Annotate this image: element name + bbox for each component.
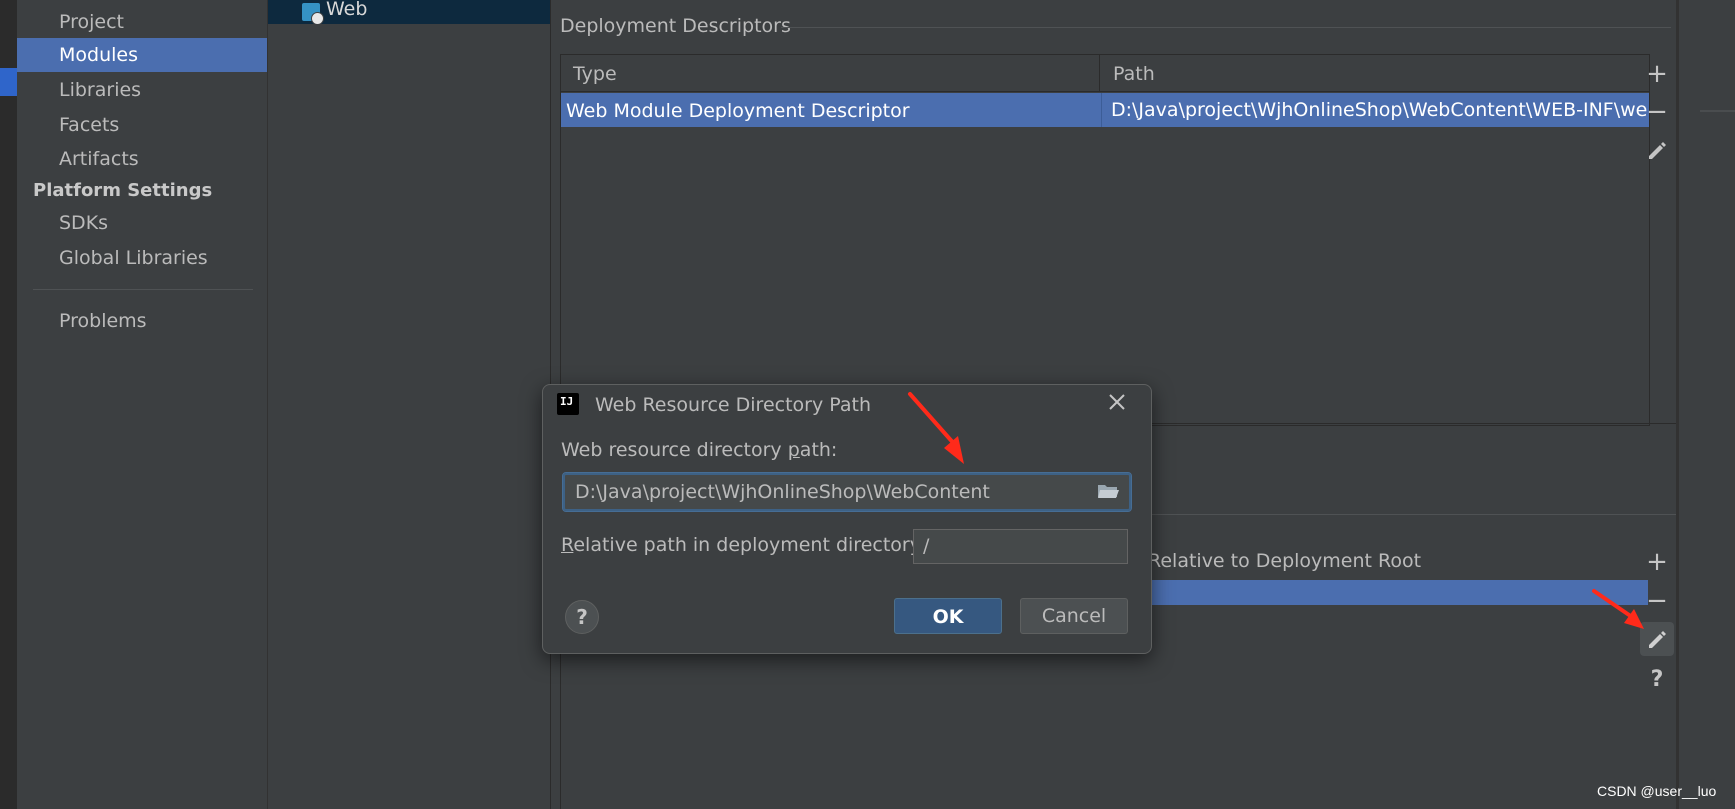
minus-icon: − [1646, 97, 1668, 127]
sidebar-item-modules[interactable]: Modules [17, 38, 267, 72]
column-header-path[interactable]: Path [1101, 55, 1649, 91]
path-field-label: Web resource directory path: [561, 439, 838, 461]
sidebar-item-label: Artifacts [59, 148, 139, 170]
dialog-title: Web Resource Directory Path [595, 394, 871, 416]
annotation-arrow-icon [908, 392, 964, 464]
platform-settings-heading: Platform Settings [33, 180, 213, 201]
add-descriptor-button[interactable]: + [1640, 57, 1674, 91]
sidebar-item-label: Libraries [59, 79, 142, 101]
globe-icon [311, 12, 324, 25]
sidebar-item-problems[interactable]: Problems [17, 304, 267, 338]
edit-descriptor-button[interactable] [1640, 133, 1674, 167]
annotation-arrow-icon [1592, 589, 1644, 629]
sidebar-item-project[interactable]: Project [17, 5, 267, 39]
intellij-logo-icon: IJ [555, 391, 581, 417]
section-divider [781, 27, 1671, 28]
cell-path: D:\Java\project\WjhOnlineShop\WebContent… [1101, 93, 1649, 127]
right-gutter [1679, 0, 1735, 809]
plus-icon: + [1646, 547, 1668, 577]
relative-path-field[interactable] [913, 529, 1128, 564]
sidebar-item-label: Modules [59, 44, 138, 66]
relative-path-label: Relative path in deployment directory: [561, 534, 926, 556]
column-header-type[interactable]: Type [561, 55, 1100, 91]
folder-open-icon[interactable] [1097, 483, 1119, 499]
settings-sidebar: Project Modules Libraries Facets Artifac… [17, 0, 268, 809]
add-resource-button[interactable]: + [1640, 545, 1674, 579]
left-edge-accent [0, 68, 17, 96]
help-button[interactable]: ? [565, 600, 599, 634]
sidebar-item-sdks[interactable]: SDKs [17, 206, 267, 240]
cancel-button[interactable]: Cancel [1020, 598, 1128, 634]
sidebar-item-label: Problems [59, 310, 147, 332]
sidebar-item-label: SDKs [59, 212, 109, 234]
close-button[interactable] [1101, 386, 1133, 418]
sidebar-item-label: Project [59, 11, 125, 33]
sidebar-item-global-libraries[interactable]: Global Libraries [17, 241, 267, 275]
pencil-icon [1649, 142, 1666, 159]
deployment-descriptors-title: Deployment Descriptors [560, 15, 791, 37]
column-header-relative-root[interactable]: Relative to Deployment Root [1148, 550, 1421, 572]
sidebar-item-label: Global Libraries [59, 247, 208, 269]
close-icon [1109, 394, 1125, 410]
remove-descriptor-button[interactable]: − [1640, 95, 1674, 129]
tree-item-web[interactable]: Web [268, 0, 550, 25]
watermark: CSDN @user__luo [1597, 783, 1717, 799]
plus-icon: + [1646, 59, 1668, 89]
web-resource-path-dialog: IJ Web Resource Directory Path Web resou… [542, 384, 1152, 654]
table-header: Type Path [561, 55, 1649, 92]
deployment-descriptors-table[interactable]: Type Path Web Module Deployment Descript… [560, 54, 1650, 426]
ok-button[interactable]: OK [894, 598, 1002, 634]
relative-path-input[interactable] [923, 530, 1113, 563]
sidebar-item-libraries[interactable]: Libraries [17, 73, 267, 107]
module-tree: Web [268, 0, 551, 809]
help-resource-button[interactable]: ? [1640, 663, 1674, 697]
tree-item-label: Web [326, 0, 368, 20]
sidebar-item-label: Facets [59, 114, 120, 136]
sidebar-item-artifacts[interactable]: Artifacts [17, 142, 267, 176]
path-input[interactable] [575, 475, 1075, 509]
table-row[interactable]: Web Module Deployment Descriptor D:\Java… [561, 93, 1649, 127]
question-icon: ? [1650, 667, 1664, 692]
table-row[interactable] [1148, 580, 1648, 605]
sidebar-divider [33, 289, 253, 290]
left-edge-strip [0, 0, 17, 809]
question-icon: ? [576, 605, 588, 629]
sidebar-item-facets[interactable]: Facets [17, 108, 267, 142]
cell-type: Web Module Deployment Descriptor [566, 100, 910, 122]
gutter-marker [1700, 110, 1735, 112]
path-field[interactable] [562, 472, 1132, 512]
